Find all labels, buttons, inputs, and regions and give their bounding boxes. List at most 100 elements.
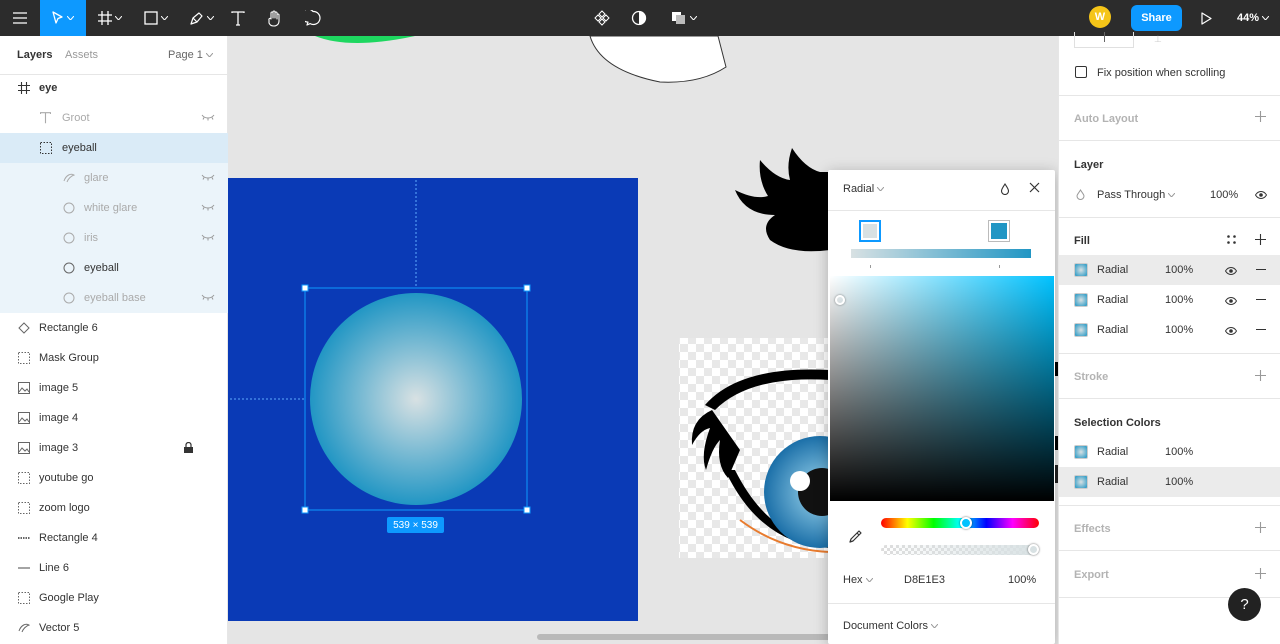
fill-opacity[interactable]: 100% xyxy=(1165,264,1193,276)
eye-closed-icon[interactable] xyxy=(201,203,215,215)
fill-opacity[interactable]: 100% xyxy=(1165,294,1193,306)
opacity-input[interactable]: 100% xyxy=(1008,574,1036,586)
layer-row[interactable]: image 3 xyxy=(0,433,228,463)
eye-closed-icon[interactable] xyxy=(201,113,215,125)
share-button[interactable]: Share xyxy=(1131,5,1182,31)
selection-color-opacity[interactable]: 100% xyxy=(1165,446,1193,458)
constraint-box[interactable] xyxy=(1074,32,1134,48)
layer-row[interactable]: Vector 5 xyxy=(0,613,228,643)
fix-position-label: Fix position when scrolling xyxy=(1097,67,1226,79)
page-selector[interactable]: Page 1 xyxy=(168,49,213,61)
eye-closed-icon[interactable] xyxy=(201,173,215,185)
help-button[interactable]: ? xyxy=(1228,588,1261,621)
visibility-eye-icon[interactable] xyxy=(1224,296,1238,308)
document-colors-select[interactable]: Document Colors xyxy=(843,620,938,632)
layer-row[interactable]: youtube go xyxy=(0,463,228,493)
selection-color-row[interactable]: Radial 100% xyxy=(1059,467,1280,497)
blend-drop-icon xyxy=(1076,189,1085,203)
present-button[interactable] xyxy=(1196,0,1216,36)
layer-row[interactable]: Rectangle 6 xyxy=(0,313,228,343)
fix-position-checkbox[interactable] xyxy=(1075,66,1087,78)
add-fill-icon[interactable] xyxy=(1255,234,1266,248)
layer-row[interactable]: Rectangle 4 xyxy=(0,523,228,553)
main-menu-button[interactable] xyxy=(0,0,40,36)
vector-icon xyxy=(62,171,76,185)
fill-swatch[interactable] xyxy=(1074,263,1088,277)
layer-row[interactable]: image 4 xyxy=(0,403,228,433)
shape-tool-button[interactable] xyxy=(138,0,174,36)
fill-type-select[interactable]: Radial xyxy=(843,183,885,195)
remove-fill-icon[interactable] xyxy=(1256,269,1266,271)
blend-mode-select[interactable]: Pass Through xyxy=(1097,189,1176,201)
saturation-area[interactable] xyxy=(830,276,1054,501)
avatar[interactable]: W xyxy=(1089,6,1111,28)
opacity-slider[interactable] xyxy=(881,545,1039,555)
frame-tool-button[interactable] xyxy=(92,0,128,36)
remove-fill-icon[interactable] xyxy=(1256,299,1266,301)
layer-opacity-input[interactable]: 100% xyxy=(1210,189,1238,201)
lock-icon[interactable] xyxy=(184,441,193,456)
layer-row[interactable]: iris xyxy=(0,223,228,253)
move-tool-button[interactable] xyxy=(40,0,86,36)
layer-row[interactable]: eye xyxy=(0,73,228,103)
selection-color-swatch[interactable] xyxy=(1074,475,1088,489)
layer-row[interactable]: Line 6 xyxy=(0,553,228,583)
eyedropper-icon[interactable] xyxy=(848,530,862,547)
zoom-menu[interactable]: 44% xyxy=(1237,0,1270,36)
hand-tool-button[interactable] xyxy=(262,0,288,36)
fill-swatch[interactable] xyxy=(1074,293,1088,307)
add-effect-icon[interactable] xyxy=(1255,522,1266,536)
style-grid-icon[interactable] xyxy=(1227,235,1236,247)
add-export-icon[interactable] xyxy=(1255,568,1266,582)
text-tool-button[interactable] xyxy=(226,0,250,36)
tab-assets[interactable]: Assets xyxy=(65,49,98,61)
fill-swatch[interactable] xyxy=(1074,323,1088,337)
tab-layers[interactable]: Layers xyxy=(17,49,52,61)
pen-tool-button[interactable] xyxy=(183,0,219,36)
visibility-eye-icon[interactable] xyxy=(1254,190,1268,202)
close-icon[interactable] xyxy=(1029,182,1040,196)
visibility-eye-icon[interactable] xyxy=(1224,266,1238,278)
layer-row[interactable]: Google Play xyxy=(0,583,228,613)
remove-fill-icon[interactable] xyxy=(1256,329,1266,331)
boolean-ops-button[interactable] xyxy=(667,0,701,36)
layer-row[interactable]: eyeball base xyxy=(0,283,228,313)
add-stroke-icon[interactable] xyxy=(1255,370,1266,384)
layer-row[interactable]: glare xyxy=(0,163,228,193)
layer-row[interactable]: zoom logo xyxy=(0,493,228,523)
color-format-select[interactable]: Hex xyxy=(843,574,873,586)
fill-row[interactable]: Radial 100% xyxy=(1059,285,1280,315)
gradient-stop-left[interactable] xyxy=(859,220,881,242)
layer-row-selected[interactable]: eyeball xyxy=(0,133,228,163)
saturation-handle[interactable] xyxy=(835,295,845,305)
gradient-bar[interactable] xyxy=(851,249,1031,258)
eye-closed-icon[interactable] xyxy=(201,293,215,305)
layer-row[interactable]: Mask Group xyxy=(0,343,228,373)
selection-color-type: Radial xyxy=(1097,476,1129,488)
layer-name: eye xyxy=(39,82,58,94)
layer-row[interactable]: white glare xyxy=(0,193,228,223)
comment-tool-button[interactable] xyxy=(300,0,326,36)
gradient-stop-right[interactable] xyxy=(988,220,1010,242)
blend-drop-icon[interactable] xyxy=(1000,183,1010,198)
fill-opacity[interactable]: 100% xyxy=(1165,324,1193,336)
layer-name: white glare xyxy=(84,202,138,214)
fill-row[interactable]: Radial 100% xyxy=(1059,315,1280,345)
add-auto-layout-icon[interactable] xyxy=(1255,111,1266,125)
mask-button[interactable] xyxy=(627,0,651,36)
hex-input[interactable]: D8E1E3 xyxy=(904,574,945,586)
visibility-eye-icon[interactable] xyxy=(1224,326,1238,338)
layer-row[interactable]: image 5 xyxy=(0,373,228,403)
layer-title: Layer xyxy=(1074,159,1104,171)
selection-color-opacity[interactable]: 100% xyxy=(1165,476,1193,488)
components-button[interactable] xyxy=(590,0,614,36)
selection-color-row[interactable]: Radial 100% xyxy=(1059,437,1280,467)
fill-row[interactable]: Radial 100% xyxy=(1059,255,1280,285)
selection-color-swatch[interactable] xyxy=(1074,445,1088,459)
opacity-handle[interactable] xyxy=(1028,544,1039,555)
layer-row[interactable]: eyeball xyxy=(0,253,228,283)
eye-closed-icon[interactable] xyxy=(201,233,215,245)
layer-row[interactable]: Groot xyxy=(0,103,228,133)
frame-icon xyxy=(98,11,112,25)
hue-handle[interactable] xyxy=(960,517,972,529)
